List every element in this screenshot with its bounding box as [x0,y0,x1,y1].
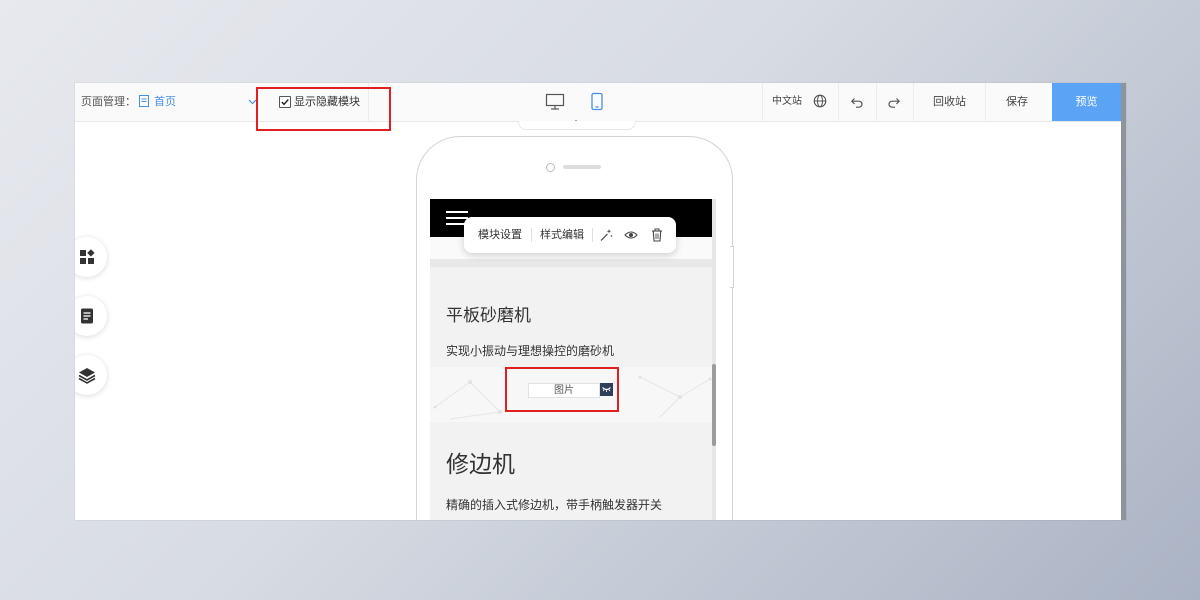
language-switch[interactable]: 中文站 [772,83,802,121]
eye-icon[interactable] [624,228,638,242]
window-edge [1121,83,1126,520]
product-description: 实现小振动与理想操控的磨砂机 [446,344,615,358]
scrollbar-thumb[interactable] [712,364,716,446]
page-select[interactable]: 首页 [154,83,176,121]
show-hidden-label: 显示隐藏模块 [294,95,360,108]
style-edit-button[interactable]: 样式编辑 [540,217,584,253]
top-toolbar: 页面管理： 首页 显示隐藏模块 中文站 回收站 保存 预览 [75,83,1126,122]
globe-icon[interactable] [813,94,827,108]
phone-camera [546,163,555,172]
eye-closed-icon[interactable] [600,383,613,396]
module-settings-button[interactable]: 模块设置 [478,217,522,253]
toolbar-divider [368,83,369,121]
canvas-tab [518,121,636,130]
modules-grid-icon [80,249,95,264]
toolbar-divider [913,83,914,121]
magic-wand-icon[interactable] [599,228,613,242]
page-icon [139,95,149,107]
desktop-icon[interactable] [545,92,565,112]
toolbar-divider [762,83,763,121]
recycle-bin-button[interactable]: 回收站 [933,83,966,121]
page-list-icon [81,308,93,324]
toolbar-divider [838,83,839,121]
product-title: 平板砂磨机 [446,306,531,326]
redo-icon[interactable] [887,95,901,109]
phone-speaker [563,165,601,169]
phone-side-button [730,246,734,288]
preview-button[interactable]: 预览 [1052,83,1121,121]
show-hidden-checkbox[interactable] [279,96,291,108]
undo-icon[interactable] [850,95,864,109]
mobile-icon[interactable] [587,92,607,112]
save-button[interactable]: 保存 [1006,83,1028,121]
trash-icon[interactable] [650,228,664,242]
chevron-down-icon[interactable] [248,97,257,106]
product-description: 精确的插入式修边机，带手柄触发器开关 [446,498,663,512]
editor-window: 页面管理： 首页 显示隐藏模块 中文站 回收站 保存 预览 平板砂磨机 实现小振… [75,83,1126,520]
toolbar-divider [985,83,986,121]
layers-icon [78,368,96,384]
section-divider [430,259,712,267]
hidden-image-module[interactable]: 图片 [430,367,712,422]
toolbar-divider [592,228,593,242]
module-toolbar: 模块设置 样式编辑 [464,217,676,253]
product-title: 修边机 [446,452,515,478]
toolbar-divider [531,228,532,242]
scrollbar-track[interactable] [712,199,716,520]
add-module-button[interactable] [75,237,107,277]
check-icon [281,99,289,106]
image-placeholder-label: 图片 [528,383,600,398]
layers-button[interactable] [75,355,107,395]
page-list-button[interactable] [75,296,107,336]
page-manage-label: 页面管理： [81,95,136,108]
toolbar-divider [876,83,877,121]
